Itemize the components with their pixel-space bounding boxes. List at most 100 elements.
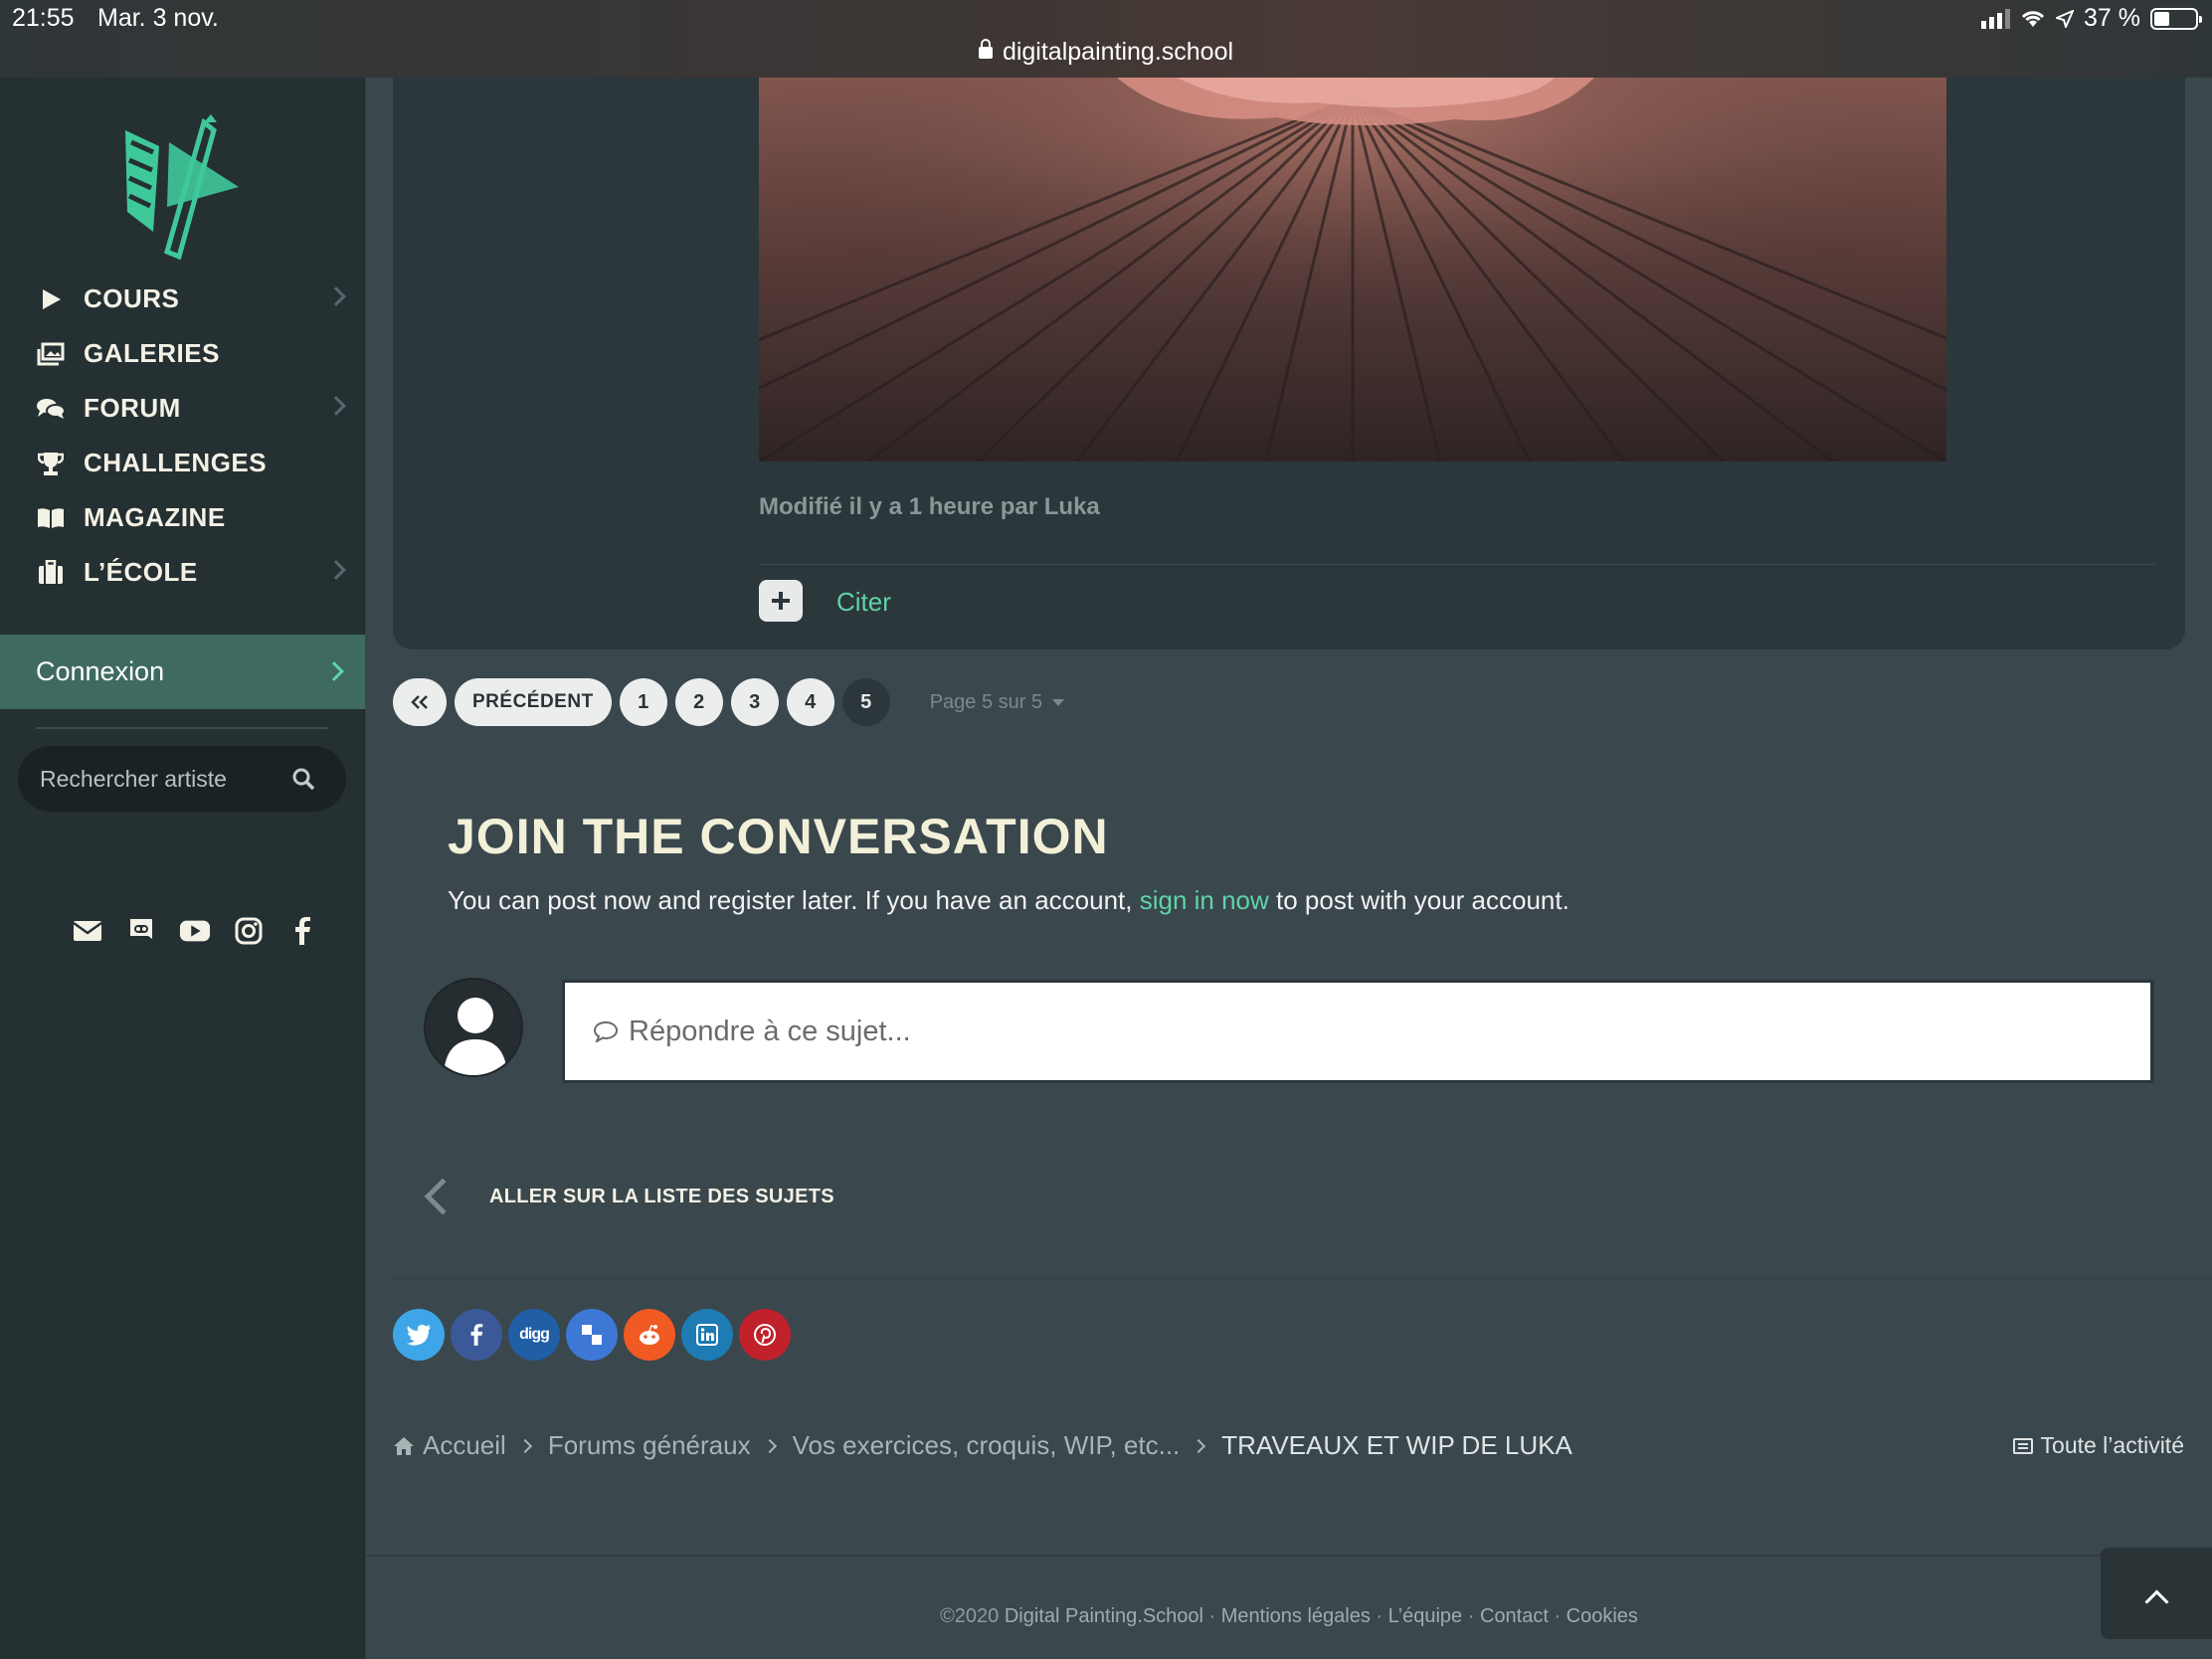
lock-icon [978,39,993,59]
user-silhouette-icon [426,980,521,1075]
quote-link[interactable]: Citer [836,587,891,618]
book-icon [36,503,66,533]
page-3-button[interactable]: 3 [730,678,779,726]
all-activity-label: Toute l’activité [2040,1432,2184,1458]
nav-item-cours[interactable]: COURS [0,272,365,326]
footer-link-contact[interactable]: Contact [1480,1605,1549,1627]
footer: ©2020 Digital Painting.School · Mentions… [366,1605,2212,1628]
battery-icon [2150,7,2202,30]
divider [36,727,328,729]
join-conversation-title: JOIN THE CONVERSATION [448,809,1109,864]
trophy-icon [36,449,66,478]
login-button[interactable]: Connexion [0,635,365,709]
chevron-right-icon [1192,1438,1206,1453]
back-label: ALLER SUR LA LISTE DES SUJETS [489,1185,834,1207]
post-modified-note: Modifié il y a 1 heure par Luka [759,493,1100,520]
search-icon[interactable] [292,768,314,790]
join-text-before: You can post now and register later. If … [448,885,1140,915]
site-logo[interactable] [119,112,249,262]
cellular-signal-icon [1981,8,2011,29]
all-activity-link[interactable]: Toute l’activité [2012,1432,2184,1459]
page-4-button[interactable]: 4 [786,678,834,726]
scroll-to-top-button[interactable] [2101,1548,2212,1639]
wooden-floor-painting [759,78,1946,461]
address-bar[interactable]: digitalpainting.school [0,38,2212,67]
social-links [72,915,318,947]
footer-link-site[interactable]: Digital Painting.School [1005,1605,1203,1627]
multiquote-add-button[interactable] [759,580,803,622]
reply-input[interactable]: Répondre à ce sujet... [565,983,2150,1080]
join-conversation-text: You can post now and register later. If … [448,885,1569,916]
instagram-icon[interactable] [233,915,265,947]
digg-share-button[interactable]: digg [508,1309,560,1361]
play-icon [36,284,66,314]
brush-logo-icon [125,114,239,261]
nav-item-magazine[interactable]: MAGAZINE [0,490,365,545]
page-2-button[interactable]: 2 [674,678,723,726]
twitter-share-button[interactable] [393,1309,445,1361]
breadcrumb-item-topic[interactable]: TRAVEAUX ET WIP DE LUKA [1221,1430,1572,1461]
previous-page-button[interactable]: PRÉCÉDENT [455,678,612,726]
nav-item-galeries[interactable]: GALERIES [0,326,365,381]
school-icon [36,558,66,588]
share-buttons: digg [393,1309,791,1361]
double-chevron-left-icon [411,695,428,709]
facebook-icon[interactable] [286,915,318,947]
footer-separator: · [1548,1605,1567,1627]
sign-in-link[interactable]: sign in now [1140,885,1269,915]
breadcrumb-item-forums[interactable]: Forums généraux [548,1430,751,1461]
caret-down-icon [1052,698,1065,706]
reddit-share-button[interactable] [624,1309,675,1361]
footer-link-legal[interactable]: Mentions légales [1221,1605,1371,1627]
delicious-share-button[interactable] [566,1309,618,1361]
divider [366,1555,2212,1557]
divider [759,564,2155,565]
chevron-right-icon [326,396,346,416]
breadcrumb-item-home[interactable]: Accueil [423,1430,506,1461]
wifi-icon [2021,10,2045,27]
footer-link-team[interactable]: L’équipe [1388,1605,1463,1627]
url-text: digitalpainting.school [1002,38,1234,66]
facebook-share-button[interactable] [451,1309,502,1361]
first-page-button[interactable] [393,678,447,726]
breadcrumb-item-category[interactable]: Vos exercices, croquis, WIP, etc... [793,1430,1181,1461]
status-time: 21:55 [12,4,75,32]
status-indicators: 37 % [1981,4,2202,33]
linkedin-icon [696,1324,718,1346]
nav-item-forum[interactable]: FORUM [0,381,365,436]
artist-search [18,746,346,812]
reddit-icon [640,1325,659,1345]
nav-item-challenges[interactable]: CHALLENGES [0,436,365,490]
page-jump-dropdown[interactable]: Page 5 sur 5 [930,691,1065,714]
nav-label: CHALLENGES [84,448,268,477]
post-image[interactable] [759,78,1946,461]
nav-label: FORUM [84,393,181,423]
youtube-icon[interactable] [179,915,211,947]
pinterest-share-button[interactable] [739,1309,791,1361]
page-1-button[interactable]: 1 [619,678,667,726]
login-label: Connexion [36,656,165,686]
facebook-icon [470,1324,483,1346]
mail-icon[interactable] [72,915,103,947]
footer-link-cookies[interactable]: Cookies [1567,1605,1638,1627]
nav-item-ecole[interactable]: L’ÉCOLE [0,545,365,600]
pagination: PRÉCÉDENT 1 2 3 4 5 Page 5 sur 5 [393,678,1065,726]
nav-label: MAGAZINE [84,502,226,532]
nav-label: GALERIES [84,338,220,368]
artist-search-input[interactable] [40,765,278,793]
reply-editor: Répondre à ce sujet... [562,980,2154,1083]
divider [393,1278,2212,1280]
avatar [424,978,523,1077]
linkedin-share-button[interactable] [681,1309,733,1361]
copyright: ©2020 [940,1605,1000,1627]
back-to-topic-list-link[interactable]: ALLER SUR LA LISTE DES SUJETS [420,1178,834,1215]
nav-label: L’ÉCOLE [84,557,198,587]
location-arrow-icon [2056,9,2075,28]
page-5-current: 5 [841,678,890,726]
pinterest-icon [754,1324,776,1346]
reply-placeholder: Répondre à ce sujet... [629,1014,911,1047]
discord-icon[interactable] [125,915,157,947]
twitter-icon [407,1324,431,1346]
ios-status-bar: 21:55 Mar. 3 nov. digitalpainting.school… [0,0,2212,78]
chevron-right-icon [324,661,344,681]
